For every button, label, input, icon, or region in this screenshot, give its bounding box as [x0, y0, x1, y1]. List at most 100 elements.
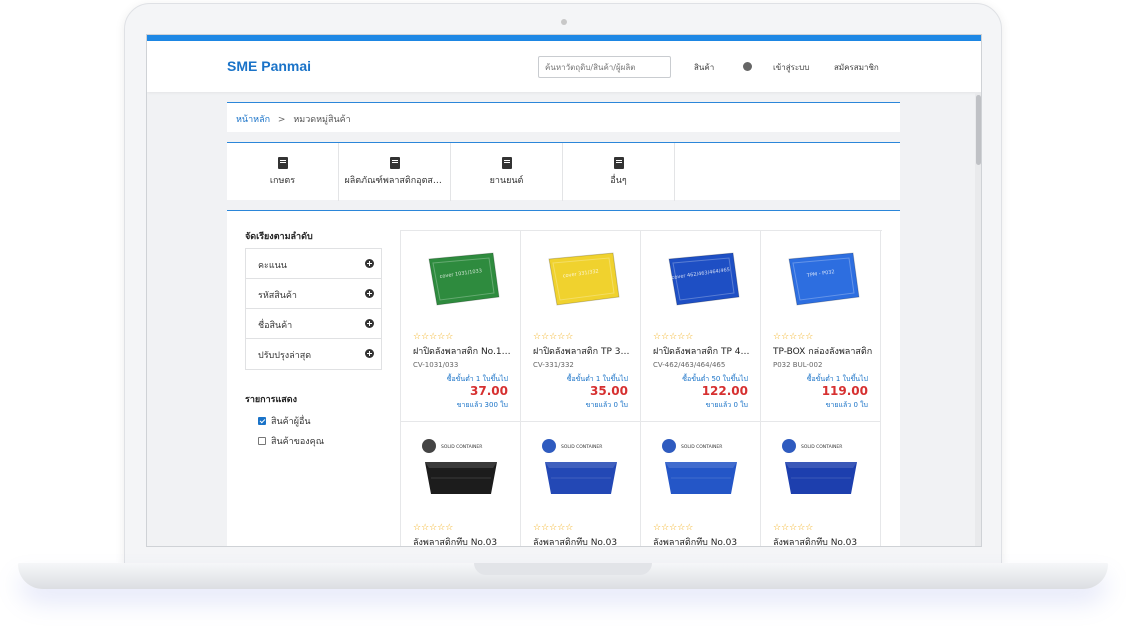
product-name[interactable]: ฝาปิดลังพลาสติก TP 331/332 — [533, 344, 633, 358]
product-grid: cover 1031/1033 ☆☆☆☆☆ ฝาปิดลังพลาสติก No… — [400, 230, 882, 546]
product-price: 35.00 — [590, 384, 628, 398]
option-label: สินค้าของคุณ — [271, 437, 325, 447]
category-item-agriculture[interactable]: เกษตร — [227, 143, 339, 201]
category-label: ผลิตภัณฑ์พลาสติกอุตสาหกรรม — [344, 176, 445, 186]
product-price: 119.00 — [821, 384, 868, 398]
product-price: 37.00 — [470, 384, 508, 398]
product-price: 122.00 — [701, 384, 748, 398]
product-image[interactable]: SOLID CONTAINER — [539, 436, 623, 506]
book-icon — [277, 157, 288, 169]
nav-products-link[interactable]: สินค้า — [694, 61, 714, 74]
product-image-label: SOLID CONTAINER — [441, 444, 482, 450]
option-label: สินค้าผู้อื่น — [271, 417, 311, 427]
category-bar: เกษตร ผลิตภัณฑ์พลาสติกอุตสาหกรรม ยานยนต์… — [227, 142, 900, 201]
nav-login-link[interactable]: เข้าสู่ระบบ — [773, 61, 809, 74]
main-content: จัดเรียงตามลำดับ คะแนน รหัสสินค้า ชื่อสิ… — [227, 210, 900, 546]
product-image[interactable]: SOLID CONTAINER — [659, 436, 743, 506]
show-mine-option[interactable]: สินค้าของคุณ — [258, 434, 324, 448]
laptop-notch — [474, 563, 652, 575]
product-code: CV-331/332 — [533, 361, 574, 369]
rating-stars: ☆☆☆☆☆ — [773, 523, 814, 533]
product-code: P032 BUL-002 — [773, 361, 823, 369]
product-name[interactable]: ฝาปิดลังพลาสติก TP 462/463/464/465 — [653, 344, 753, 358]
scrollbar-thumb[interactable] — [976, 95, 981, 165]
display-title: รายการแสดง — [245, 395, 298, 405]
rating-stars: ☆☆☆☆☆ — [413, 332, 454, 342]
product-name[interactable]: ฝาปิดลังพลาสติก No.1031/033 — [413, 344, 513, 358]
product-image-label: SOLID CONTAINER — [801, 444, 842, 450]
rating-stars: ☆☆☆☆☆ — [533, 332, 574, 342]
product-image[interactable]: TPM - P032 — [779, 245, 863, 315]
site-header: SME Panmai สินค้า เข้าสู่ระบบ สมัครสมาชิ… — [147, 41, 981, 92]
book-icon — [501, 157, 512, 169]
product-name[interactable]: ลังพลาสติกทึบ No.03 — [533, 535, 633, 546]
sort-item-label: ปรับปรุงล่าสุด — [258, 351, 312, 361]
category-label: ยานยนต์ — [489, 176, 524, 186]
product-card[interactable]: SOLID CONTAINER ☆☆☆☆☆ ลังพลาสติกทึบ No.0… — [641, 422, 761, 546]
sort-item-label: รหัสสินค้า — [258, 291, 297, 301]
rating-stars: ☆☆☆☆☆ — [773, 332, 814, 342]
breadcrumb-separator: > — [277, 115, 286, 125]
browser-screen: SME Panmai สินค้า เข้าสู่ระบบ สมัครสมาชิ… — [146, 34, 982, 547]
category-label: เกษตร — [269, 176, 296, 186]
book-icon — [613, 157, 624, 169]
search-input[interactable] — [538, 56, 671, 78]
product-image[interactable]: SOLID CONTAINER — [419, 436, 503, 506]
plus-circle-icon — [365, 319, 374, 328]
product-code: CV-1031/033 — [413, 361, 459, 369]
sort-item-name[interactable]: ชื่อสินค้า — [246, 309, 381, 339]
sort-item-updated[interactable]: ปรับปรุงล่าสุด — [246, 339, 381, 369]
sort-item-code[interactable]: รหัสสินค้า — [246, 279, 381, 309]
product-card[interactable]: TPM - P032 ☆☆☆☆☆ TP-BOX กล่องลังพลาสติก … — [761, 231, 881, 422]
product-code: CV-462/463/464/465 — [653, 361, 726, 369]
product-card[interactable]: cover 1031/1033 ☆☆☆☆☆ ฝาปิดลังพลาสติก No… — [401, 231, 521, 422]
sort-item-score[interactable]: คะแนน — [246, 249, 381, 279]
category-item-plastic[interactable]: ผลิตภัณฑ์พลาสติกอุตสาหกรรม — [339, 143, 451, 201]
product-card[interactable]: cover 331/332 ☆☆☆☆☆ ฝาปิดลังพลาสติก TP 3… — [521, 231, 641, 422]
plus-circle-icon — [365, 289, 374, 298]
breadcrumb-current: หมวดหมู่สินค้า — [293, 115, 351, 125]
plus-circle-icon — [365, 259, 374, 268]
laptop-base — [18, 563, 1108, 589]
rating-stars: ☆☆☆☆☆ — [413, 523, 454, 533]
checkbox-checked[interactable] — [258, 417, 266, 425]
rating-stars: ☆☆☆☆☆ — [653, 523, 694, 533]
product-card[interactable]: cover 462/463/464/465 ☆☆☆☆☆ ฝาปิดลังพลาส… — [641, 231, 761, 422]
product-image[interactable]: cover 1031/1033 — [419, 245, 503, 315]
product-image-label: SOLID CONTAINER — [561, 444, 602, 450]
plus-circle-icon — [365, 349, 374, 358]
camera-icon — [561, 19, 567, 25]
nav-register-link[interactable]: สมัครสมาชิก — [834, 61, 879, 74]
category-item-automotive[interactable]: ยานยนต์ — [451, 143, 563, 201]
product-name[interactable]: ลังพลาสติกทึบ No.03 — [773, 535, 873, 546]
sold-count: ขายแล้ว 0 ใบ — [705, 401, 748, 409]
product-card[interactable]: SOLID CONTAINER ☆☆☆☆☆ ลังพลาสติกทึบ No.0… — [401, 422, 521, 546]
show-others-option[interactable]: สินค้าผู้อื่น — [258, 414, 311, 428]
product-card[interactable]: SOLID CONTAINER ☆☆☆☆☆ ลังพลาสติกทึบ No.0… — [761, 422, 881, 546]
checkbox-unchecked[interactable] — [258, 437, 266, 445]
sort-list: คะแนน รหัสสินค้า ชื่อสินค้า ปรับปรุงล่าส… — [245, 248, 382, 370]
sold-count: ขายแล้ว 0 ใบ — [825, 401, 868, 409]
product-image[interactable]: SOLID CONTAINER — [779, 436, 863, 506]
category-item-other[interactable]: อื่นๆ — [563, 143, 675, 201]
product-card[interactable]: SOLID CONTAINER ☆☆☆☆☆ ลังพลาสติกทึบ No.0… — [521, 422, 641, 546]
sold-count: ขายแล้ว 300 ใบ — [456, 401, 508, 409]
brand-logo[interactable]: SME Panmai — [227, 58, 311, 74]
sort-item-label: ชื่อสินค้า — [258, 321, 293, 331]
rating-stars: ☆☆☆☆☆ — [653, 332, 694, 342]
globe-icon[interactable] — [743, 62, 752, 71]
breadcrumb-home-link[interactable]: หน้าหลัก — [236, 115, 270, 125]
category-label: อื่นๆ — [610, 176, 627, 186]
rating-stars: ☆☆☆☆☆ — [533, 523, 574, 533]
product-name[interactable]: TP-BOX กล่องลังพลาสติก — [773, 344, 873, 358]
breadcrumb: หน้าหลัก > หมวดหมู่สินค้า — [227, 102, 900, 132]
book-icon — [389, 157, 400, 169]
product-name[interactable]: ลังพลาสติกทึบ No.03 — [413, 535, 513, 546]
sold-count: ขายแล้ว 0 ใบ — [585, 401, 628, 409]
product-name[interactable]: ลังพลาสติกทึบ No.03 — [653, 535, 753, 546]
product-image[interactable]: cover 462/463/464/465 — [659, 245, 743, 315]
sort-title: จัดเรียงตามลำดับ — [245, 232, 313, 242]
sort-item-label: คะแนน — [258, 261, 287, 271]
product-image-label: SOLID CONTAINER — [681, 444, 722, 450]
product-image[interactable]: cover 331/332 — [539, 245, 623, 315]
